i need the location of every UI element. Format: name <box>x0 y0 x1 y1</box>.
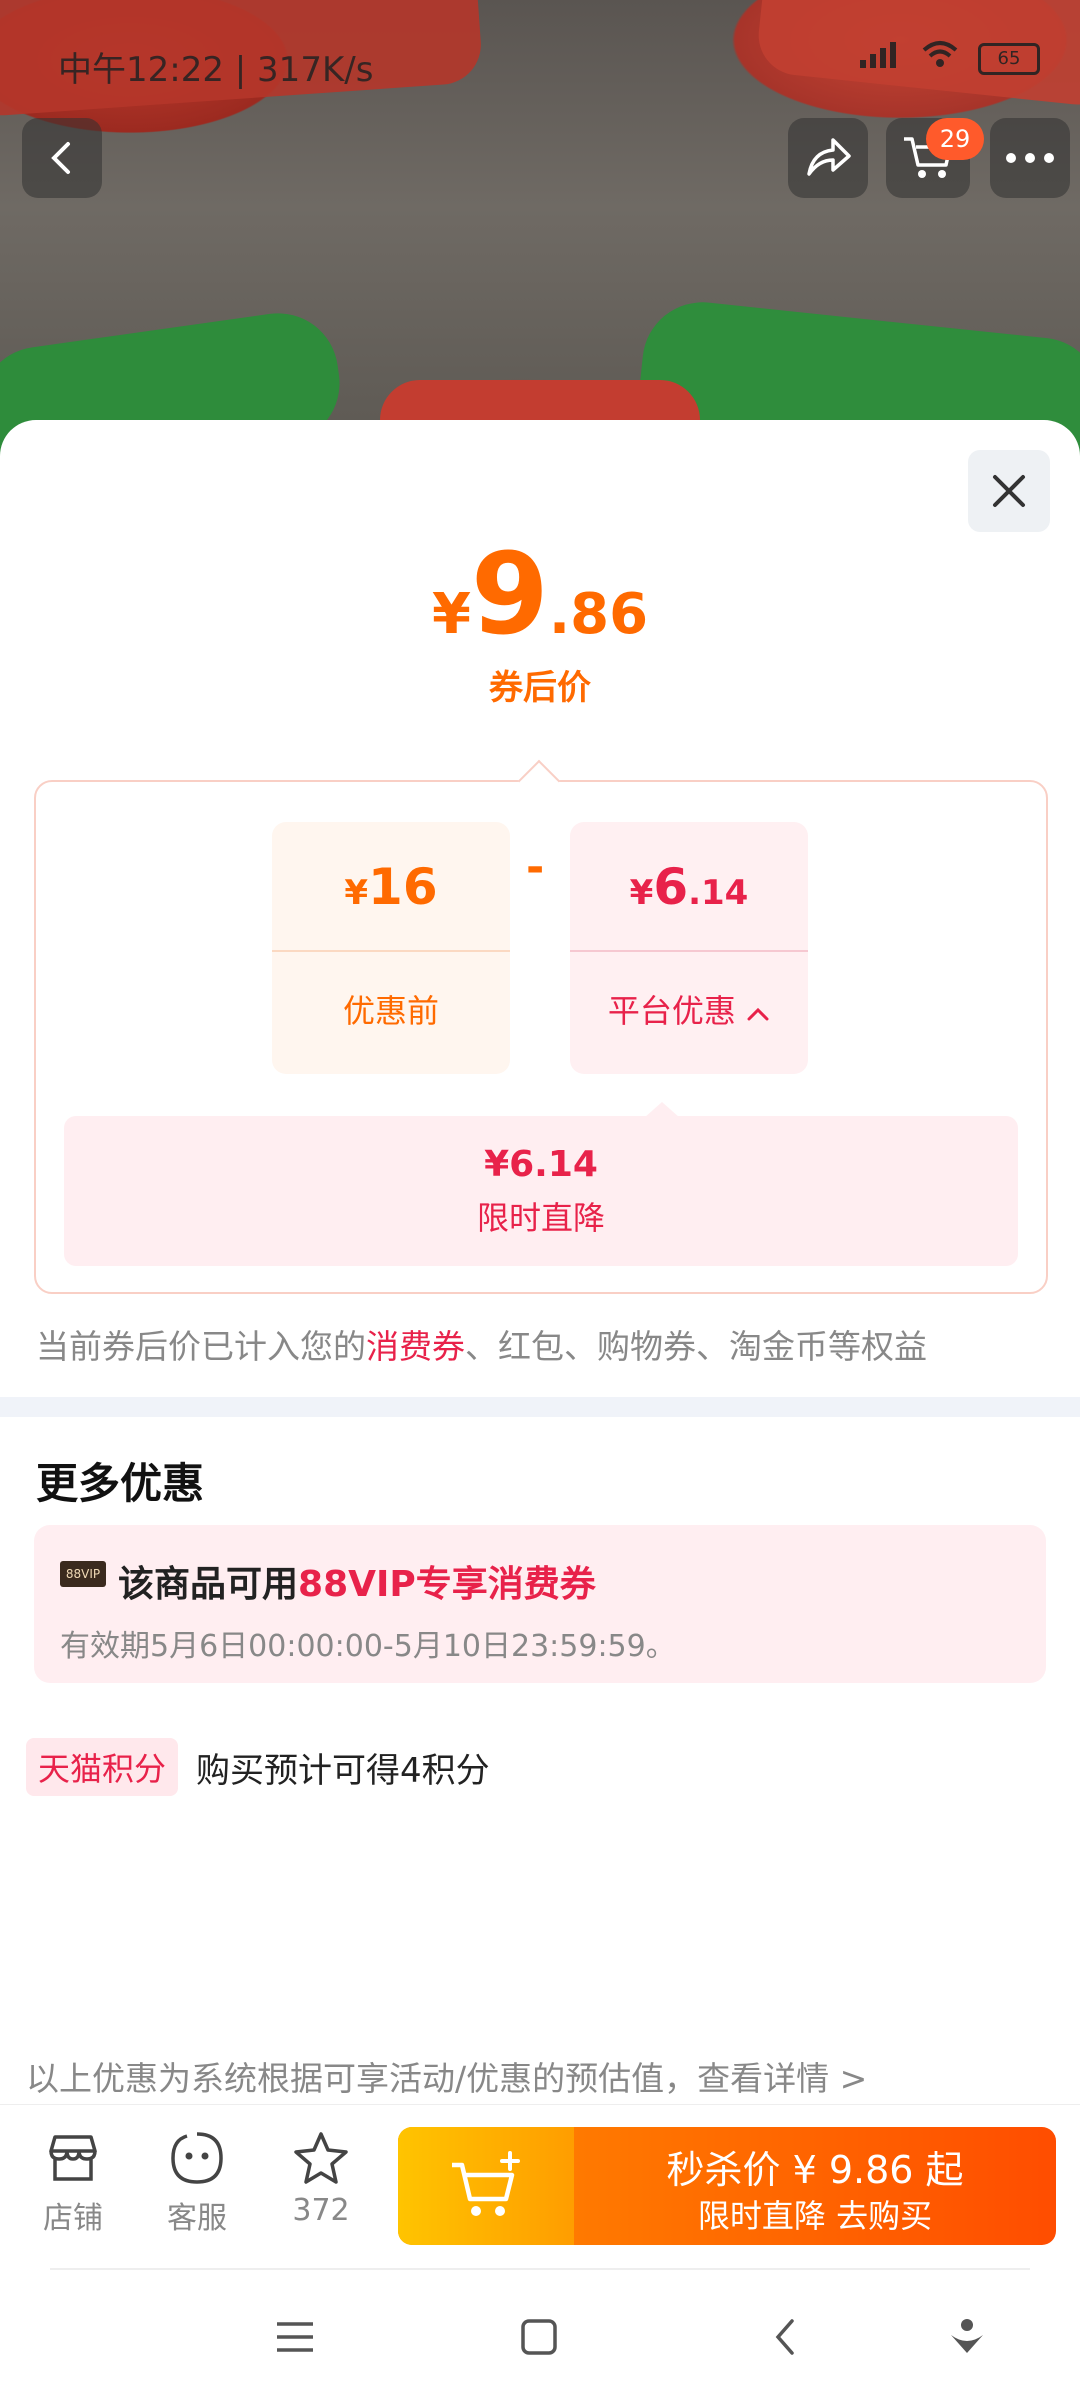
price-breakdown: ¥16 优惠前 - ¥6.14 平台优惠 ¥6.14 限时直降 <box>34 759 1048 1294</box>
add-cart-icon <box>452 2151 520 2216</box>
share-button[interactable] <box>788 118 868 198</box>
vip-badge: 88VIP <box>60 1561 106 1587</box>
service-label: 客服 <box>167 2201 227 2236</box>
favorite-button[interactable]: 372 <box>266 2123 376 2228</box>
wifi-icon <box>920 38 960 79</box>
status-bar: 中午12:22 | 317K/s 65 <box>0 0 1080 120</box>
before-amount: 16 <box>368 858 438 916</box>
back-nav-button[interactable] <box>750 2302 820 2372</box>
discount-detail: ¥6.14 限时直降 <box>64 1102 1018 1266</box>
estimate-note-link[interactable]: 以上优惠为系统根据可享活动/优惠的预估值，查看详情 > <box>26 2052 867 2100</box>
store-button[interactable]: 店铺 <box>18 2123 128 2237</box>
star-icon <box>294 2132 348 2184</box>
battery-icon: 65 <box>978 42 1040 75</box>
before-currency: ¥ <box>344 873 369 913</box>
detail-label: 限时直降 <box>476 1199 605 1237</box>
vip-line-prefix: 该商品可用 <box>118 1564 299 1605</box>
chevron-left-icon <box>51 142 70 174</box>
back-triangle-icon <box>775 2319 794 2355</box>
favorite-count: 372 <box>292 2193 350 2228</box>
minus-operator: - <box>526 842 545 893</box>
assistant-nav-button[interactable] <box>932 2302 1002 2372</box>
price-integer: 9 <box>470 530 549 660</box>
status-time: 中午12:22 | 317K/s <box>58 50 374 90</box>
more-dots-icon <box>1006 153 1054 163</box>
note-highlight: 消费券 <box>366 1327 465 1366</box>
cta-action-line: 限时直降 去购买 <box>697 2197 933 2235</box>
add-to-cart-button[interactable] <box>398 2127 574 2245</box>
close-icon <box>993 475 1025 507</box>
store-label: 店铺 <box>43 2201 103 2236</box>
buy-now-button[interactable]: 秒杀价 ¥ 9.86 起 限时直降 去购买 <box>398 2127 1056 2245</box>
price-currency: ¥ <box>431 582 471 647</box>
home-square-icon <box>521 2319 557 2355</box>
section-divider <box>0 1397 1080 1417</box>
discount-sheet: ¥9.86 券后价 ¥16 优惠前 - ¥6.14 平台优惠 ¥6.14 限时直… <box>0 420 1080 2400</box>
before-label: 优惠前 <box>342 992 439 1030</box>
system-nav-bar <box>0 2268 1080 2400</box>
chevron-up-icon <box>747 1007 769 1021</box>
chat-face-icon <box>171 2132 223 2184</box>
close-button[interactable] <box>968 450 1050 532</box>
platform-discount-card[interactable]: ¥6.14 平台优惠 <box>570 822 808 1074</box>
home-nav-button[interactable] <box>504 2302 574 2372</box>
vip-validity: 有效期5月6日00:00:00-5月10日23:59:59。 <box>60 1629 676 1664</box>
note-prefix: 当前券后价已计入您的 <box>36 1327 366 1366</box>
price-before-card: ¥16 优惠前 <box>272 822 510 1074</box>
cta-price-line: 秒杀价 ¥ 9.86 起 <box>666 2148 964 2192</box>
cart-count-badge: 29 <box>926 118 984 160</box>
final-price: ¥9.86 <box>0 530 1080 660</box>
assistant-icon <box>951 2319 983 2353</box>
price-note: 当前券后价已计入您的消费券、红包、购物券、淘金币等权益 <box>36 1320 927 1368</box>
vip-coupon-card: 88VIP 该商品可用88VIP专享消费券 有效期5月6日00:00:00-5月… <box>34 1525 1046 1683</box>
more-button[interactable] <box>990 118 1070 198</box>
points-row: 天猫积分 购买预计可得4积分 <box>26 1738 490 1796</box>
price-label: 券后价 <box>489 668 591 708</box>
menu-nav-button[interactable] <box>260 2302 330 2372</box>
detail-amount: ¥6.14 <box>484 1144 598 1185</box>
platform-label: 平台优惠 <box>607 992 736 1030</box>
vip-coupon-line: 该商品可用88VIP专享消费券 <box>118 1555 596 1607</box>
share-icon <box>807 138 851 176</box>
more-offers-title: 更多优惠 <box>36 1459 205 1508</box>
platform-amount: 6 <box>653 858 689 916</box>
price-decimal: .86 <box>548 582 649 647</box>
vip-line-highlight: 88VIP专享消费券 <box>298 1564 596 1605</box>
bottom-action-bar: 店铺 客服 372 秒杀价 ¥ 9.86 起 限时直降 去购买 <box>0 2104 1080 2265</box>
platform-decimal: .14 <box>688 873 749 913</box>
store-icon <box>49 2135 97 2181</box>
customer-service-button[interactable]: 客服 <box>142 2123 252 2237</box>
menu-icon <box>277 2322 313 2352</box>
back-button[interactable] <box>22 118 102 198</box>
tmall-points-tag: 天猫积分 <box>26 1738 179 1796</box>
signal-icon <box>858 38 902 79</box>
platform-currency: ¥ <box>629 873 654 913</box>
points-text: 购买预计可得4积分 <box>196 1750 490 1791</box>
note-suffix: 、红包、购物券、淘金币等权益 <box>465 1327 927 1366</box>
